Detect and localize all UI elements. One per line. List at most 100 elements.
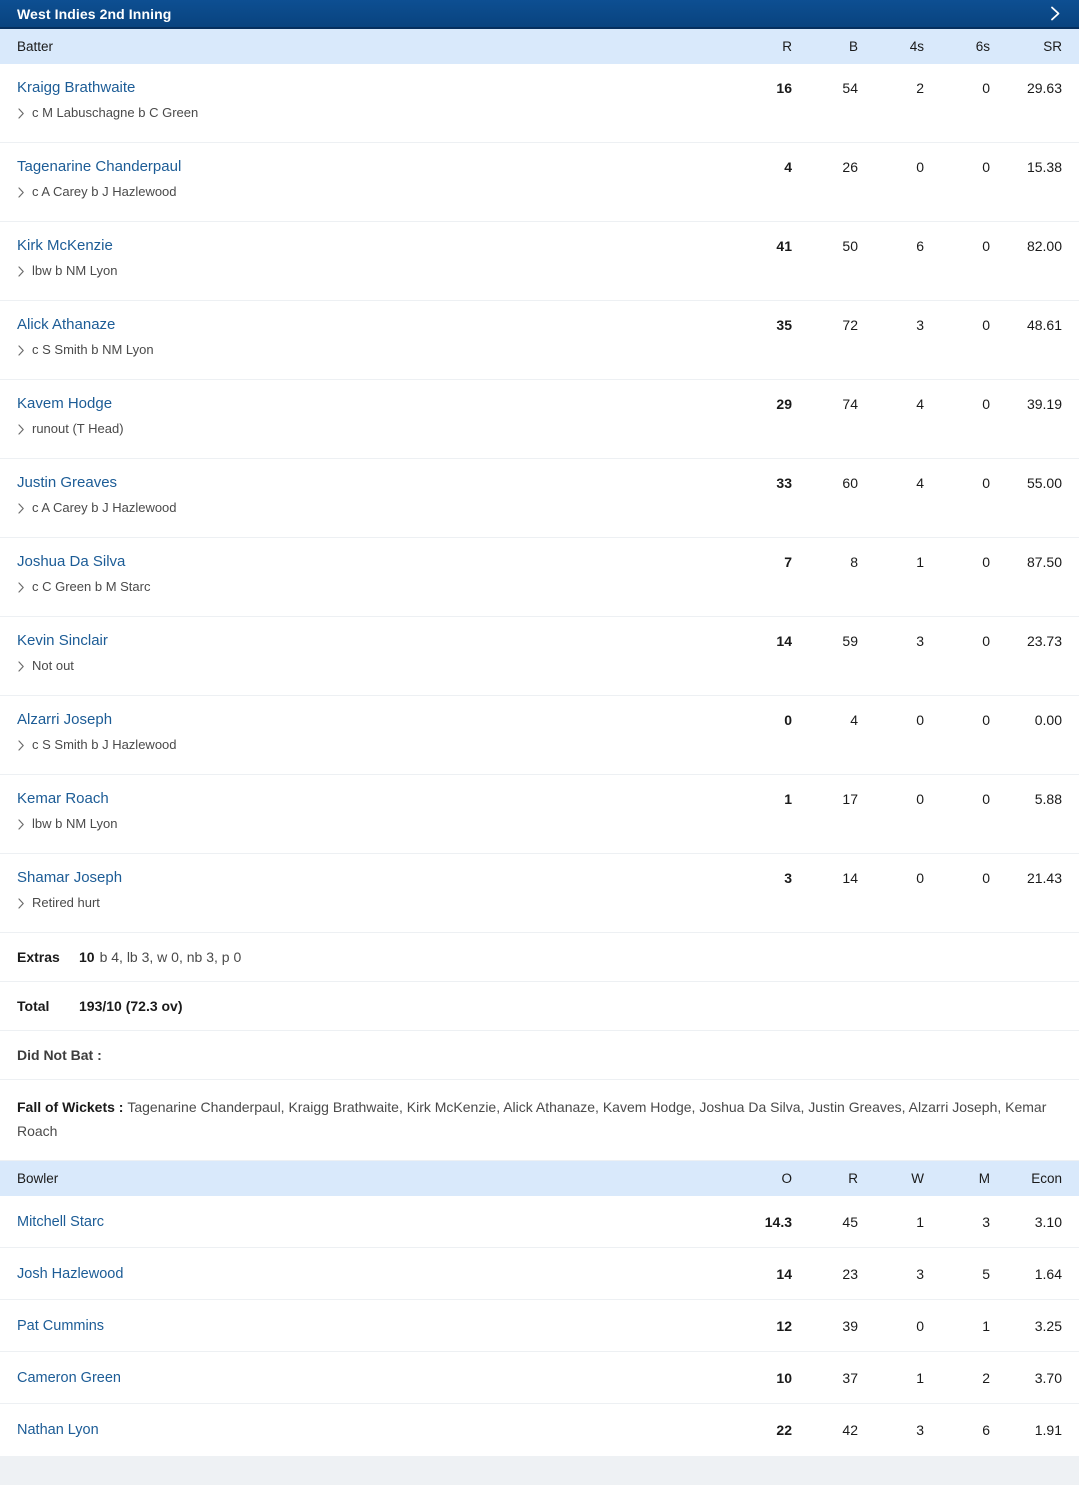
bowling-column-header: Bowler O R W M Econ <box>0 1161 1079 1197</box>
bowler-overs: 12 <box>776 1317 792 1334</box>
batter-runs: 7 <box>784 554 792 570</box>
chevron-right-icon <box>17 424 26 435</box>
dismissal-text: c A Carey b J Hazlewood <box>32 500 177 516</box>
bowler-name-link[interactable]: Nathan Lyon <box>17 1422 726 1438</box>
bowler-economy: 1.91 <box>1034 1422 1062 1439</box>
bowler-name-link[interactable]: Cameron Green <box>17 1370 726 1386</box>
dismissal-info[interactable]: c A Carey b J Hazlewood <box>17 500 726 516</box>
table-row: Nathan Lyon 22 42 3 6 1.91 <box>0 1404 1079 1456</box>
batter-name-link[interactable]: Alick Athanaze <box>17 316 115 333</box>
dismissal-info[interactable]: runout (T Head) <box>17 421 726 437</box>
batter-name-link[interactable]: Kemar Roach <box>17 790 109 807</box>
bowler-overs: 14 <box>776 1265 792 1282</box>
bowler-wickets: 3 <box>916 1265 924 1282</box>
batter-strike-rate: 39.19 <box>1026 396 1062 412</box>
batter-name-link[interactable]: Shamar Joseph <box>17 869 122 886</box>
bowler-runs: 23 <box>842 1265 858 1282</box>
bowler-economy: 3.25 <box>1034 1317 1062 1334</box>
dismissal-text: c S Smith b J Hazlewood <box>32 737 177 753</box>
bowler-overs: 22 <box>776 1422 792 1439</box>
dismissal-info[interactable]: lbw b NM Lyon <box>17 816 726 832</box>
batter-fours: 4 <box>916 475 924 491</box>
chevron-right-icon <box>17 819 26 830</box>
batter-runs: 33 <box>776 475 792 491</box>
batter-balls: 60 <box>842 475 858 491</box>
batter-cell: Kraigg Brathwaite c M Labuschagne b C Gre… <box>17 79 726 121</box>
batter-name-link[interactable]: Joshua Da Silva <box>17 553 125 570</box>
batting-header-strike-rate: SR <box>1043 39 1062 54</box>
bowler-wickets: 0 <box>916 1317 924 1334</box>
dismissal-info[interactable]: lbw b NM Lyon <box>17 263 726 278</box>
bowling-header-overs: O <box>781 1171 792 1187</box>
bowler-maidens: 1 <box>982 1317 990 1334</box>
chevron-right-icon <box>17 503 26 514</box>
batter-name-link[interactable]: Kraigg Brathwaite <box>17 79 135 96</box>
bowler-economy: 3.70 <box>1034 1369 1062 1386</box>
extras-label: Extras <box>17 949 60 965</box>
bowler-name-link[interactable]: Mitchell Starc <box>17 1214 726 1230</box>
batter-sixes: 0 <box>982 791 990 807</box>
batter-runs: 1 <box>784 791 792 807</box>
fall-of-wickets-row: Fall of Wickets : Tagenarine Chanderpaul… <box>0 1080 1079 1162</box>
chevron-right-icon <box>17 108 26 119</box>
batter-sixes: 0 <box>982 159 990 175</box>
batter-strike-rate: 55.00 <box>1026 475 1062 491</box>
dismissal-info[interactable]: c S Smith b J Hazlewood <box>17 737 726 753</box>
batter-cell: Kavem Hodge runout (T Head) <box>17 395 726 437</box>
did-not-bat-label: Did Not Bat : <box>17 1047 102 1063</box>
chevron-right-icon[interactable] <box>1047 6 1063 22</box>
batter-balls: 72 <box>842 317 858 333</box>
batter-cell: Kemar Roach lbw b NM Lyon <box>17 790 726 832</box>
batter-name-link[interactable]: Kavem Hodge <box>17 395 112 412</box>
batting-column-header: Batter R B 4s 6s SR <box>0 29 1079 64</box>
did-not-bat-row: Did Not Bat : <box>0 1031 1079 1080</box>
batter-name-link[interactable]: Kirk McKenzie <box>17 237 113 254</box>
dismissal-info[interactable]: Not out <box>17 658 726 673</box>
batter-sixes: 0 <box>982 396 990 412</box>
bowler-name-link[interactable]: Josh Hazlewood <box>17 1266 726 1282</box>
batter-name-link[interactable]: Kevin Sinclair <box>17 632 108 649</box>
dismissal-info[interactable]: Retired hurt <box>17 895 726 910</box>
table-row: Justin Greaves c A Carey b J Hazlewood 33 6… <box>0 459 1079 538</box>
batter-strike-rate: 29.63 <box>1026 80 1062 96</box>
dismissal-info[interactable]: c M Labuschagne b C Green <box>17 105 726 121</box>
dismissal-text: runout (T Head) <box>32 421 124 437</box>
batter-sixes: 0 <box>982 554 990 570</box>
bowler-wickets: 1 <box>916 1369 924 1386</box>
dismissal-text: lbw b NM Lyon <box>32 816 118 832</box>
extras-total: 10 <box>79 949 95 965</box>
bowler-runs: 39 <box>842 1317 858 1334</box>
bowler-maidens: 5 <box>982 1265 990 1282</box>
bowler-name-text: Nathan Lyon <box>17 1422 99 1439</box>
batter-sixes: 0 <box>982 633 990 649</box>
dismissal-text: c M Labuschagne b C Green <box>32 105 199 121</box>
batter-sixes: 0 <box>982 870 990 886</box>
dismissal-text: c A Carey b J Hazlewood <box>32 184 177 200</box>
dismissal-info[interactable]: c S Smith b NM Lyon <box>17 342 726 358</box>
batter-name-link[interactable]: Tagenarine Chanderpaul <box>17 158 181 175</box>
batting-header-runs: R <box>782 39 792 54</box>
dismissal-text: c S Smith b NM Lyon <box>32 342 154 358</box>
bowler-name-link[interactable]: Pat Cummins <box>17 1318 726 1334</box>
bowler-wickets: 3 <box>916 1422 924 1439</box>
batter-strike-rate: 15.38 <box>1026 159 1062 175</box>
table-row: Shamar Joseph Retired hurt 3 14 0 0 21.43 <box>0 854 1079 933</box>
chevron-right-icon <box>17 187 26 198</box>
batter-name-link[interactable]: Alzarri Joseph <box>17 711 112 728</box>
dismissal-info[interactable]: c C Green b M Starc <box>17 579 726 594</box>
batter-name-link[interactable]: Justin Greaves <box>17 474 117 491</box>
batter-runs: 4 <box>784 159 792 175</box>
bowler-runs: 42 <box>842 1422 858 1439</box>
table-row: Alick Athanaze c S Smith b NM Lyon 35 72 3 0 4… <box>0 301 1079 380</box>
bowler-maidens: 3 <box>982 1213 990 1230</box>
bowling-header-economy: Econ <box>1031 1171 1062 1187</box>
batter-runs: 3 <box>784 870 792 886</box>
table-row: Cameron Green 10 37 1 2 3.70 <box>0 1352 1079 1405</box>
inning-header[interactable]: West Indies 2nd Inning <box>0 0 1079 29</box>
batter-fours: 3 <box>916 317 924 333</box>
dismissal-info[interactable]: c A Carey b J Hazlewood <box>17 184 726 200</box>
batter-strike-rate: 0.00 <box>1034 712 1062 728</box>
batter-runs: 41 <box>776 238 792 254</box>
bowler-overs: 10 <box>776 1369 792 1386</box>
batting-header-fours: 4s <box>909 39 924 54</box>
